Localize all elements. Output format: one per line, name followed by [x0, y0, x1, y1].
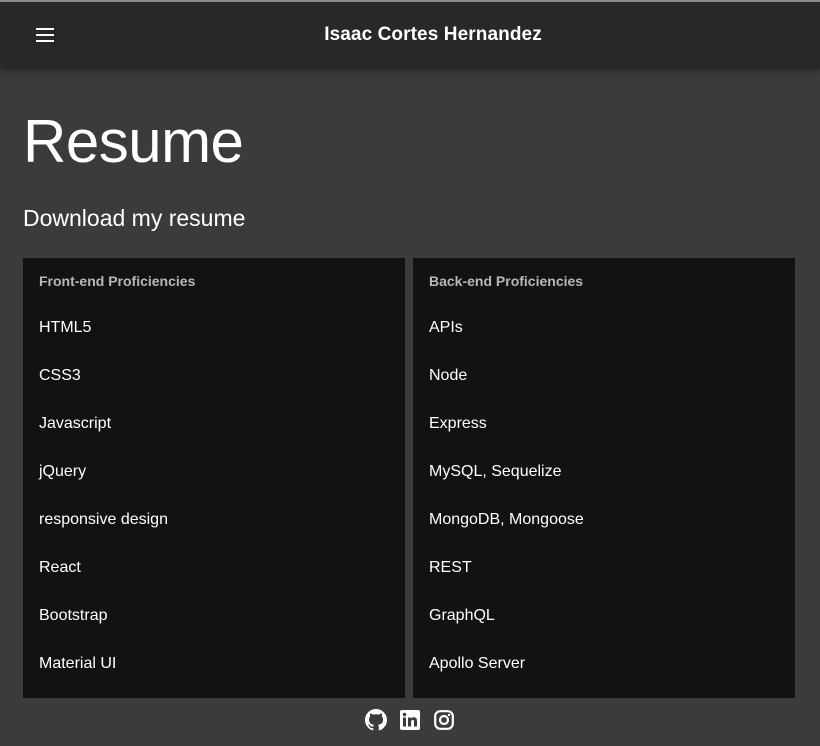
backend-panel: Back-end Proficiencies APIs Node Express…	[413, 258, 795, 698]
list-item: Javascript	[39, 415, 112, 432]
list-item: MySQL, Sequelize	[429, 463, 562, 480]
app-title: Isaac Cortes Hernandez	[324, 24, 542, 45]
list-item: CSS3	[39, 367, 81, 384]
backend-list: APIs Node Express MySQL, Sequelize Mongo…	[413, 304, 795, 688]
frontend-panel-header: Front-end Proficiencies	[39, 273, 196, 289]
page: Isaac Cortes Hernandez Resume Download m…	[0, 0, 820, 746]
footer	[0, 704, 820, 736]
linkedin-icon	[400, 710, 420, 730]
instagram-icon	[434, 710, 454, 730]
list-item: Bootstrap	[39, 607, 108, 624]
frontend-panel: Front-end Proficiencies HTML5 CSS3 Javas…	[23, 258, 405, 698]
list-item: Node	[429, 367, 468, 384]
linkedin-link[interactable]	[399, 709, 421, 731]
list-item: HTML5	[39, 319, 92, 336]
backend-panel-header: Back-end Proficiencies	[429, 273, 584, 289]
download-resume-link[interactable]: Download my resume	[23, 202, 245, 234]
list-item: MongoDB, Mongoose	[429, 511, 584, 528]
page-title: Resume	[23, 108, 244, 175]
app-bar: Isaac Cortes Hernandez	[0, 0, 820, 68]
list-item: APIs	[429, 319, 463, 336]
list-item: Apollo Server	[429, 655, 526, 672]
instagram-link[interactable]	[433, 709, 455, 731]
github-link[interactable]	[365, 709, 387, 731]
list-item: Material UI	[39, 655, 117, 672]
list-item: React	[39, 559, 81, 576]
github-icon	[365, 709, 387, 731]
list-item: Express	[429, 415, 487, 432]
frontend-list: HTML5 CSS3 Javascript jQuery responsive …	[23, 304, 405, 688]
list-item: GraphQL	[429, 607, 495, 624]
list-item: jQuery	[39, 463, 87, 480]
list-item: REST	[429, 559, 472, 576]
list-item: responsive design	[39, 511, 168, 528]
